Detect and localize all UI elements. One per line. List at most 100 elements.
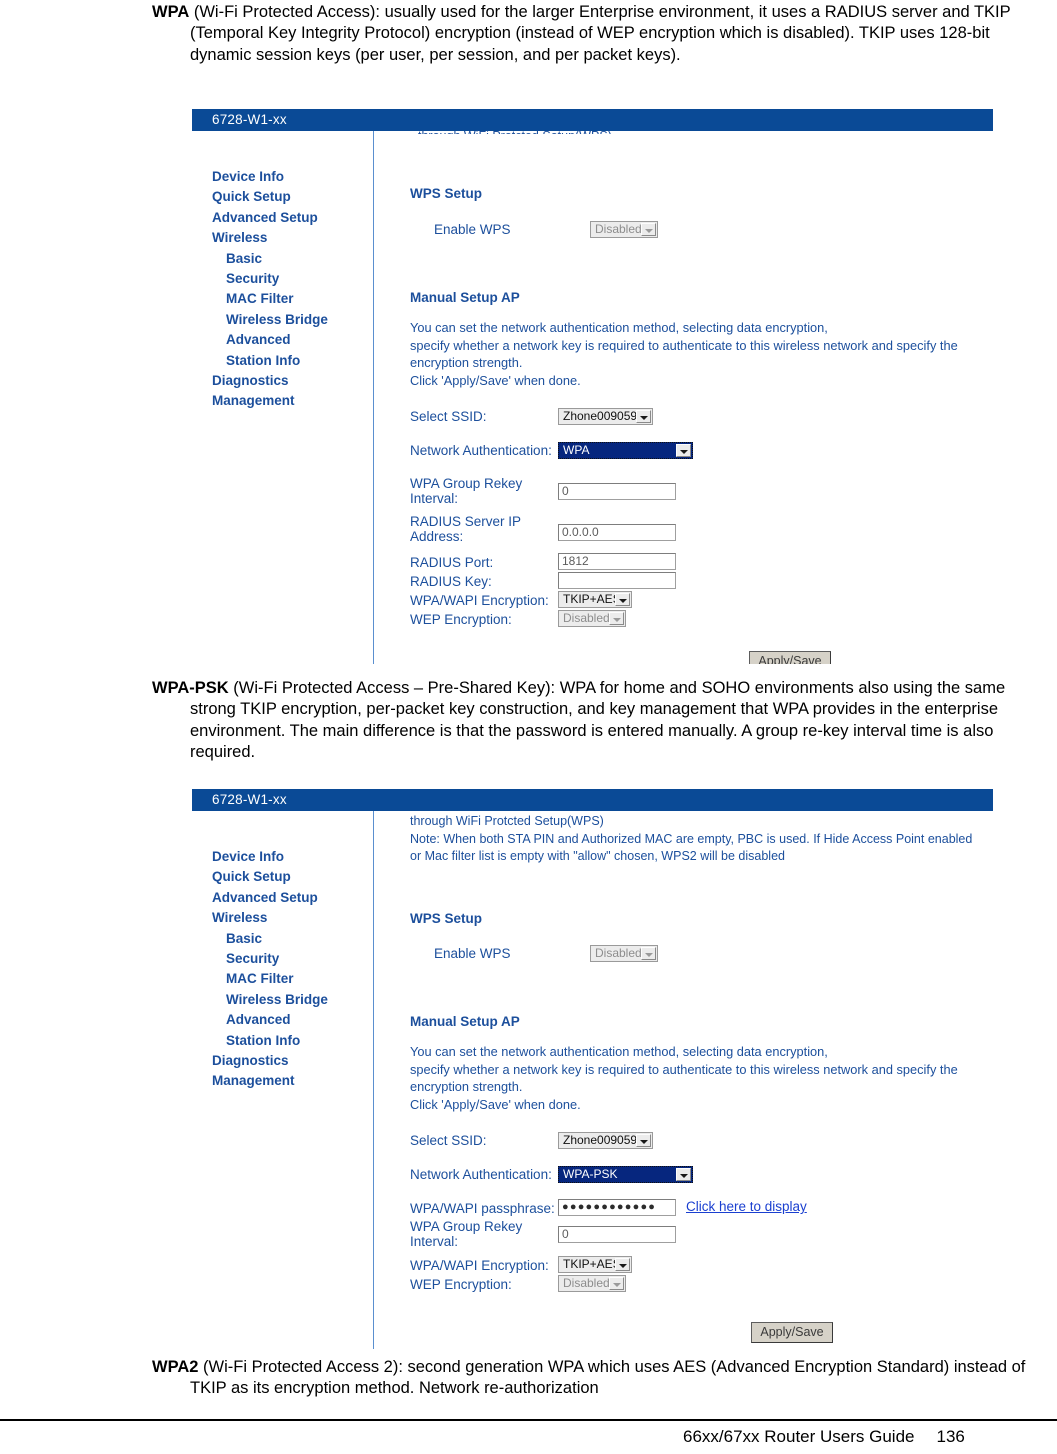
wpa-group-rekey-row: WPA Group Rekey Interval: 0 [410, 1219, 676, 1249]
network-auth-label: Network Authentication: [410, 1167, 552, 1182]
wpa-encryption-label: WPA/WAPI Encryption: [410, 593, 549, 608]
sidebar-item-wireless-bridge[interactable]: Wireless Bridge [192, 990, 372, 1010]
footer-divider [0, 1419, 1057, 1421]
wep-encryption-label: WEP Encryption: [410, 612, 512, 627]
paragraph-wpa: WPA (Wi-Fi Protected Access): usually us… [152, 2, 1045, 66]
enable-wps-select[interactable]: Disabled [590, 945, 658, 963]
radius-port-label: RADIUS Port: [410, 555, 494, 570]
chevron-down-icon[interactable] [609, 1277, 624, 1290]
clipped-wps-note: through WiFi Protcted Setup(WPS) [418, 129, 612, 134]
radius-ip-row: RADIUS Server IP Address: 0.0.0.0 [410, 514, 676, 544]
router-titlebar: 6728-W1-xx [192, 789, 993, 811]
sidebar-item-advanced-setup[interactable]: Advanced Setup [192, 888, 372, 908]
manual-desc-line-3: encryption strength. [410, 1079, 523, 1094]
manual-desc-line-1: You can set the network authentication m… [410, 320, 828, 335]
chevron-down-icon[interactable] [609, 612, 624, 625]
radius-port-input[interactable]: 1812 [558, 553, 676, 570]
wpa-group-rekey-label-line1: WPA Group Rekey [410, 476, 523, 491]
radius-key-input[interactable] [558, 572, 676, 589]
router-sidebar-nav: Device Info Quick Setup Advanced Setup W… [192, 167, 372, 412]
radius-ip-input[interactable]: 0.0.0.0 [558, 524, 676, 541]
sidebar-item-mac-filter[interactable]: MAC Filter [192, 289, 372, 309]
wps-note-line-1: through WiFi Protcted Setup(WPS) [410, 814, 604, 828]
sidebar-item-device-info[interactable]: Device Info [192, 167, 372, 187]
network-auth-row: Network Authentication: WPA-PSK [410, 1166, 693, 1184]
sidebar-item-advanced[interactable]: Advanced [192, 1010, 372, 1030]
sidebar-item-basic[interactable]: Basic [192, 249, 372, 269]
enable-wps-select[interactable]: Disabled [590, 221, 658, 239]
sidebar-item-wireless[interactable]: Wireless [192, 228, 372, 248]
wpa-encryption-select[interactable]: TKIP+AES [558, 1256, 632, 1273]
sidebar-item-wireless-bridge[interactable]: Wireless Bridge [192, 310, 372, 330]
sidebar-item-diagnostics[interactable]: Diagnostics [192, 1051, 372, 1071]
wpa-encryption-label: WPA/WAPI Encryption: [410, 1258, 549, 1273]
sidebar-item-advanced-setup[interactable]: Advanced Setup [192, 208, 372, 228]
select-ssid-select[interactable]: Zhone009059 [558, 408, 653, 425]
chevron-down-icon[interactable] [641, 947, 656, 961]
wpa-group-rekey-input[interactable]: 0 [558, 483, 676, 500]
wps-setup-heading: WPS Setup [410, 911, 483, 926]
network-auth-label: Network Authentication: [410, 443, 552, 458]
chevron-down-icon[interactable] [636, 410, 651, 423]
chevron-down-icon[interactable] [615, 1258, 630, 1271]
enable-wps-row: Enable WPS Disabled [434, 221, 658, 239]
sidebar-item-management[interactable]: Management [192, 1071, 372, 1091]
sidebar-item-diagnostics[interactable]: Diagnostics [192, 371, 372, 391]
chevron-down-icon[interactable] [676, 1168, 691, 1181]
manual-setup-description: You can set the network authentication m… [410, 1043, 958, 1113]
wpa-group-rekey-label-line1: WPA Group Rekey [410, 1219, 523, 1234]
network-auth-value: WPA-PSK [563, 1167, 618, 1181]
sidebar-item-advanced[interactable]: Advanced [192, 330, 372, 350]
network-auth-select[interactable]: WPA [558, 442, 693, 459]
sidebar-item-wireless[interactable]: Wireless [192, 908, 372, 928]
enable-wps-select-value: Disabled [595, 946, 642, 961]
paragraph-wpa2: WPA2 (Wi-Fi Protected Access 2): second … [152, 1357, 1032, 1400]
apply-save-button[interactable]: Apply/Save [751, 1322, 833, 1343]
paragraph-wpa-term: WPA [152, 3, 190, 21]
chevron-down-icon[interactable] [676, 444, 691, 457]
select-ssid-label: Select SSID: [410, 1133, 487, 1148]
sidebar-item-station-info[interactable]: Station Info [192, 351, 372, 371]
sidebar-item-security[interactable]: Security [192, 949, 372, 969]
wpa-group-rekey-input[interactable]: 0 [558, 1226, 676, 1243]
wep-encryption-select[interactable]: Disabled [558, 1275, 626, 1292]
click-here-to-display-link[interactable]: Click here to display [686, 1199, 807, 1214]
radius-ip-label-line2: Address: [410, 529, 464, 544]
chevron-down-icon[interactable] [615, 593, 630, 606]
enable-wps-row: Enable WPS Disabled [434, 945, 658, 963]
footer-guide-label: 66xx/67xx Router Users Guide [683, 1427, 915, 1446]
select-ssid-value: Zhone009059 [563, 409, 638, 423]
wep-encryption-select[interactable]: Disabled [558, 610, 626, 627]
sidebar-item-quick-setup[interactable]: Quick Setup [192, 867, 372, 887]
wep-encryption-row: WEP Encryption: Disabled [410, 610, 626, 629]
sidebar-item-quick-setup[interactable]: Quick Setup [192, 187, 372, 207]
select-ssid-value: Zhone009059 [563, 1133, 638, 1147]
apply-save-button[interactable]: Apply/Save [749, 651, 831, 664]
radius-port-row: RADIUS Port: 1812 [410, 553, 676, 572]
passphrase-label: WPA/WAPI passphrase: [410, 1201, 555, 1216]
wpa-group-rekey-label-line2: Interval: [410, 491, 459, 506]
sidebar-item-device-info[interactable]: Device Info [192, 847, 372, 867]
sidebar-item-mac-filter[interactable]: MAC Filter [192, 969, 372, 989]
sidebar-item-station-info[interactable]: Station Info [192, 1031, 372, 1051]
select-ssid-label: Select SSID: [410, 409, 487, 424]
router-body: Device Info Quick Setup Advanced Setup W… [192, 129, 993, 664]
network-auth-select[interactable]: WPA-PSK [558, 1166, 693, 1183]
network-auth-row: Network Authentication: WPA [410, 442, 693, 460]
sidebar-item-basic[interactable]: Basic [192, 929, 372, 949]
wep-encryption-value: Disabled [563, 1276, 610, 1290]
enable-wps-label: Enable WPS [434, 946, 511, 961]
wpa-encryption-select[interactable]: TKIP+AES [558, 591, 632, 608]
select-ssid-select[interactable]: Zhone009059 [558, 1132, 653, 1149]
passphrase-input[interactable]: ●●●●●●●●●●●● [558, 1199, 676, 1216]
enable-wps-label: Enable WPS [434, 222, 511, 237]
wps-setup-heading: WPS Setup [410, 186, 483, 201]
paragraph-wpa-text: (Wi-Fi Protected Access): usually used f… [189, 3, 1011, 64]
sidebar-item-management[interactable]: Management [192, 391, 372, 411]
chevron-down-icon[interactable] [641, 223, 656, 237]
manual-setup-ap-heading: Manual Setup AP [410, 1014, 520, 1029]
wpa-group-rekey-label-line2: Interval: [410, 1234, 459, 1249]
manual-setup-description: You can set the network authentication m… [410, 319, 958, 389]
sidebar-item-security[interactable]: Security [192, 269, 372, 289]
chevron-down-icon[interactable] [636, 1134, 651, 1147]
